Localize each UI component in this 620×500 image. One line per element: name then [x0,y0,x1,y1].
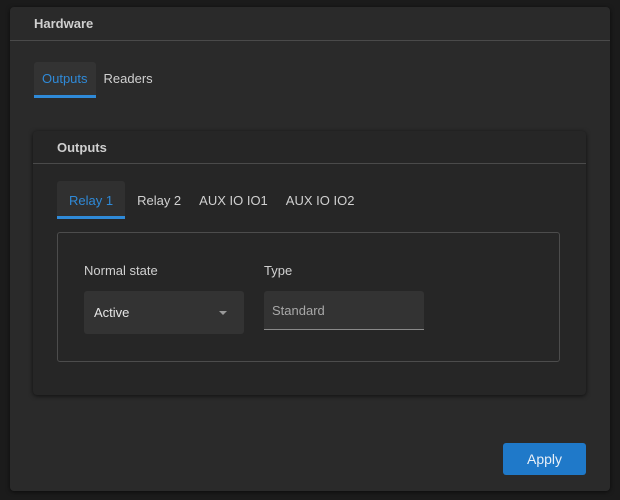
relay-settings-panel: Normal state Active Type [57,232,560,362]
type-input[interactable] [264,291,424,330]
normal-state-label: Normal state [84,263,158,278]
tab-relay-2[interactable]: Relay 2 [129,181,189,219]
outputs-card: Outputs Relay 1 Relay 2 AUX IO IO1 AUX I… [33,131,586,395]
chevron-down-icon [219,311,227,315]
tab-aux-io-io1[interactable]: AUX IO IO1 [191,181,276,219]
tab-readers[interactable]: Readers [96,62,161,98]
outputs-card-title: Outputs [33,131,586,164]
type-label: Type [264,263,293,278]
tab-aux-io-io2[interactable]: AUX IO IO2 [278,181,363,219]
hardware-card: Hardware Outputs Readers Outputs Relay 1… [10,7,610,491]
top-tab-bar: Outputs Readers [34,62,161,98]
normal-state-value: Active [94,305,130,320]
apply-button[interactable]: Apply [503,443,586,475]
tab-relay-1[interactable]: Relay 1 [57,181,126,219]
tab-outputs[interactable]: Outputs [34,62,96,98]
normal-state-select[interactable]: Active [84,291,244,334]
card-title: Hardware [10,7,610,41]
relay-tab-bar: Relay 1 Relay 2 AUX IO IO1 AUX IO IO2 [57,181,364,219]
